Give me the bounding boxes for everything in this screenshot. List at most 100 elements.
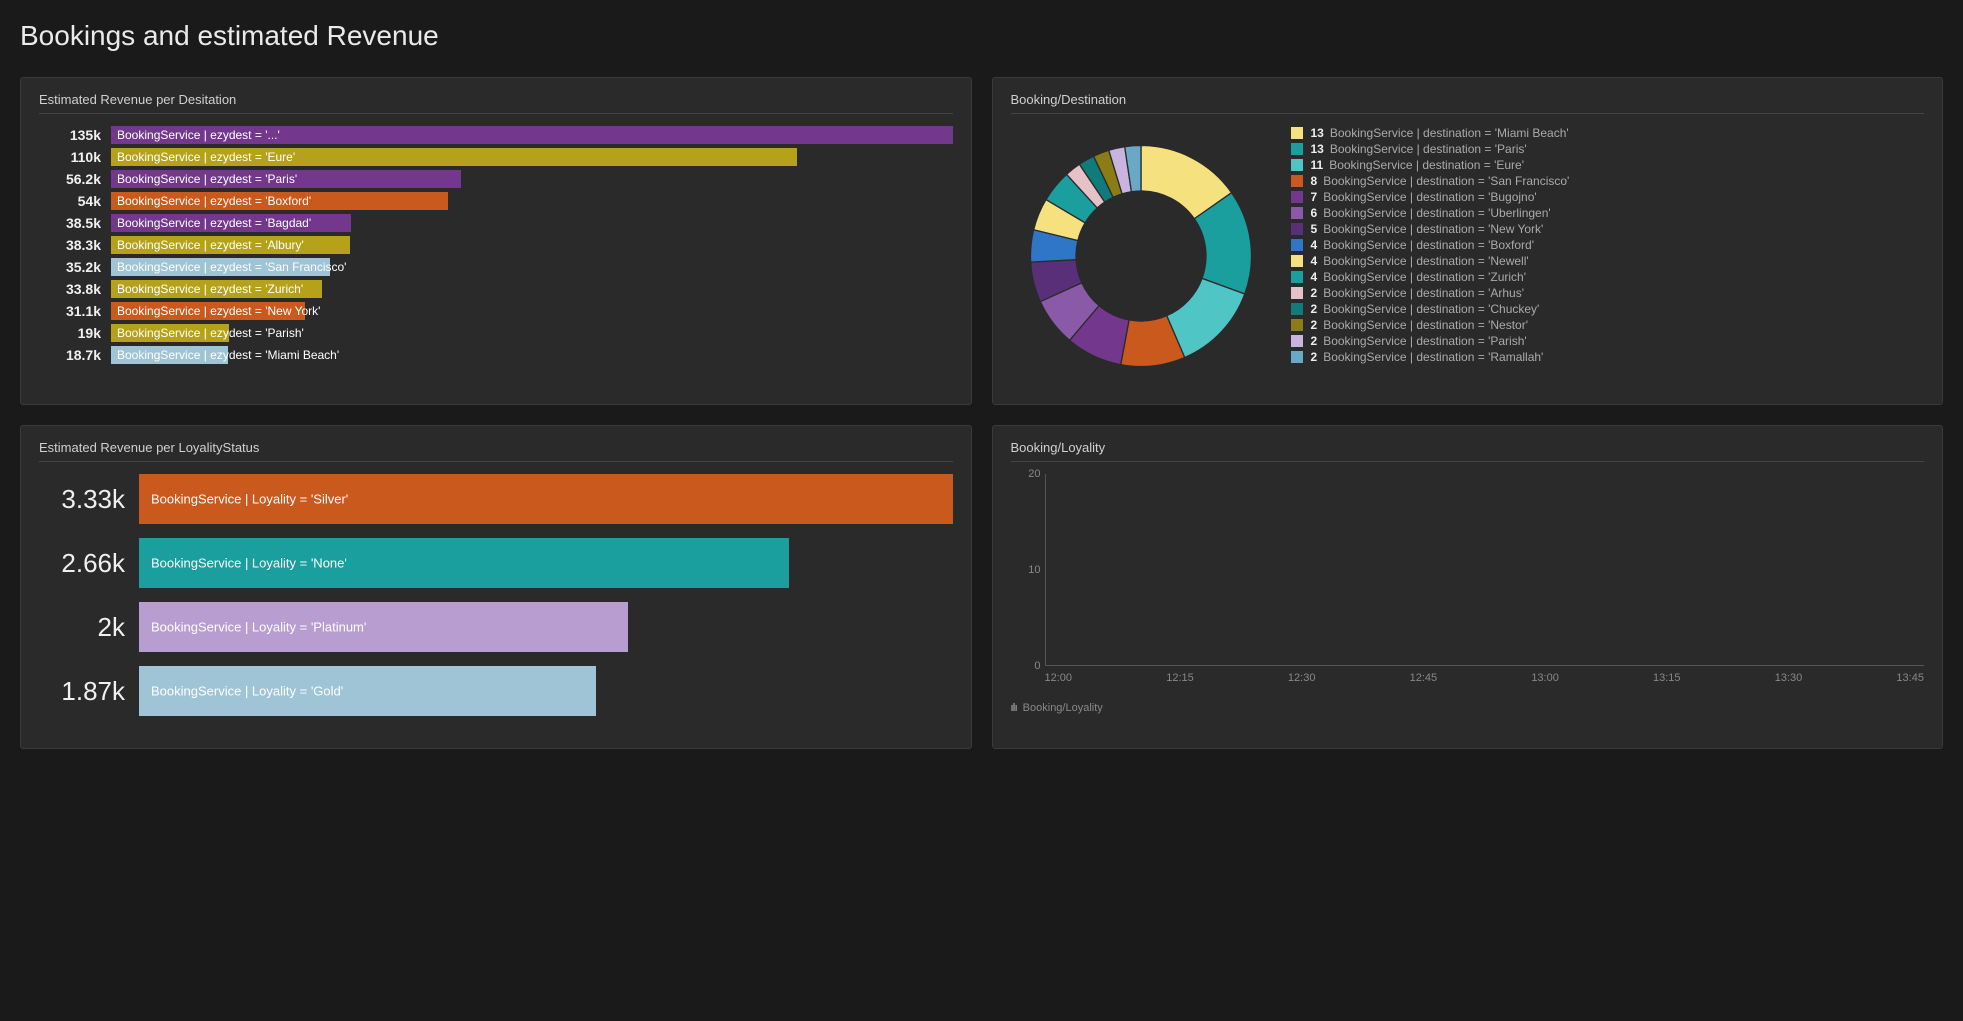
panel-revenue-destination: Estimated Revenue per Desitation 135kBoo…: [20, 77, 972, 405]
xtick: 13:00: [1531, 672, 1559, 684]
big-hbar-value: 1.87k: [39, 676, 139, 707]
chart-footer: ılı Booking/Loyality: [1011, 702, 1925, 714]
panel-booking-loyality: Booking/Loyality 01020 12:0012:1512:3012…: [992, 425, 1944, 749]
legend-swatch: [1291, 239, 1303, 251]
legend-item[interactable]: 5BookingService | destination = 'New Yor…: [1291, 222, 1925, 236]
xtick: 12:45: [1410, 672, 1438, 684]
hbar-row[interactable]: 33.8kBookingService | ezydest = 'Zurich': [39, 280, 953, 298]
donut-chart[interactable]: [1011, 126, 1271, 386]
legend-item[interactable]: 2BookingService | destination = 'Ramalla…: [1291, 350, 1925, 364]
hbar-track: BookingService | ezydest = 'Paris': [111, 170, 953, 188]
hbar-value: 110k: [39, 149, 111, 165]
legend-item[interactable]: 11BookingService | destination = 'Eure': [1291, 158, 1925, 172]
hbar-row[interactable]: 35.2kBookingService | ezydest = 'San Fra…: [39, 258, 953, 276]
legend-item[interactable]: 2BookingService | destination = 'Chuckey…: [1291, 302, 1925, 316]
legend-swatch: [1291, 255, 1303, 267]
hbar-track: BookingService | ezydest = '...': [111, 126, 953, 144]
hbar-row[interactable]: 38.5k BookingService | ezydest = 'Bagdad': [39, 214, 953, 232]
legend-swatch: [1291, 287, 1303, 299]
hbar-track: BookingService | ezydest = 'San Francisc…: [111, 258, 953, 276]
big-hbar-label: BookingService | Loyality = 'None': [151, 556, 347, 571]
hbar-label: BookingService | ezydest = '...': [117, 126, 280, 144]
legend-swatch: [1291, 143, 1303, 155]
legend-count: 7: [1311, 190, 1318, 204]
legend-count: 4: [1311, 238, 1318, 252]
hbar-track: BookingService | ezydest = 'Eure': [111, 148, 953, 166]
hbar-value: 19k: [39, 325, 111, 341]
legend-label: BookingService | destination = 'Ramallah…: [1323, 350, 1543, 364]
hbar-track: BookingService | ezydest = 'Bagdad': [111, 214, 953, 232]
hbar-track: BookingService | ezydest = 'Albury': [111, 236, 953, 254]
big-hbar-track: BookingService | Loyality = 'None': [139, 538, 953, 588]
legend-label: BookingService | destination = 'New York…: [1323, 222, 1543, 236]
hbar-label: BookingService | ezydest = 'New York': [117, 302, 320, 320]
hbar-track: BookingService | ezydest = 'Parish': [111, 324, 953, 342]
legend-item[interactable]: 7 BookingService | destination = 'Bugojno…: [1291, 190, 1925, 204]
hbar-row[interactable]: 54kBookingService | ezydest = 'Boxford': [39, 192, 953, 210]
hbar-label: BookingService | ezydest = 'Miami Beach': [117, 346, 339, 364]
legend-item[interactable]: 8BookingService | destination = 'San Fra…: [1291, 174, 1925, 188]
legend-swatch: [1291, 223, 1303, 235]
hbar-label: BookingService | ezydest = 'Bagdad': [117, 214, 311, 232]
big-hbar-row[interactable]: 3.33kBookingService | Loyality = 'Silver…: [39, 474, 953, 524]
legend-count: 13: [1311, 142, 1324, 156]
hbar-value: 31.1k: [39, 303, 111, 319]
hbar-row[interactable]: 110kBookingService | ezydest = 'Eure': [39, 148, 953, 166]
legend-item[interactable]: 2BookingService | destination = 'Arhus': [1291, 286, 1925, 300]
legend-item[interactable]: 4 BookingService | destination = 'Newell': [1291, 254, 1925, 268]
legend-count: 4: [1311, 254, 1318, 268]
hbar-row[interactable]: 38.3kBookingService | ezydest = 'Albury': [39, 236, 953, 254]
legend-item[interactable]: 13BookingService | destination = 'Miami …: [1291, 126, 1925, 140]
legend-count: 13: [1311, 126, 1324, 140]
legend-swatch: [1291, 159, 1303, 171]
hbar-track: BookingService | ezydest = 'Boxford': [111, 192, 953, 210]
hbar-track: BookingService | ezydest = 'Zurich': [111, 280, 953, 298]
xtick: 12:15: [1166, 672, 1194, 684]
hbar-row[interactable]: 18.7k BookingService | ezydest = 'Miami B…: [39, 346, 953, 364]
legend-count: 2: [1311, 286, 1318, 300]
xtick: 12:00: [1045, 672, 1073, 684]
legend-item[interactable]: 13BookingService | destination = 'Paris': [1291, 142, 1925, 156]
hbar-value: 54k: [39, 193, 111, 209]
ytick: 20: [1028, 468, 1040, 480]
legend-label: BookingService | destination = 'Zurich': [1323, 270, 1526, 284]
legend-label: BookingService | destination = 'Bugojno': [1323, 190, 1537, 204]
panel-revenue-loyality: Estimated Revenue per LoyalityStatus 3.3…: [20, 425, 972, 749]
legend-item[interactable]: 2BookingService | destination = 'Parish': [1291, 334, 1925, 348]
panel-title: Booking/Destination: [1011, 92, 1925, 114]
legend-item[interactable]: 6BookingService | destination = 'Uberlin…: [1291, 206, 1925, 220]
legend-count: 4: [1311, 270, 1318, 284]
legend-label: BookingService | destination = 'Newell': [1323, 254, 1528, 268]
legend-swatch: [1291, 207, 1303, 219]
xtick: 13:15: [1653, 672, 1681, 684]
legend-label: BookingService | destination = 'Boxford': [1323, 238, 1534, 252]
big-hbar-label: BookingService | Loyality = 'Gold': [151, 684, 343, 699]
hbar-track: BookingService | ezydest = 'New York': [111, 302, 953, 320]
legend-count: 6: [1311, 206, 1318, 220]
hbar-value: 38.5k: [39, 215, 111, 231]
legend-item[interactable]: 4 BookingService | destination = 'Boxford…: [1291, 238, 1925, 252]
big-hbar-value: 2.66k: [39, 548, 139, 579]
hbar-value: 35.2k: [39, 259, 111, 275]
legend-item[interactable]: 2BookingService | destination = 'Nestor': [1291, 318, 1925, 332]
hbar-label: BookingService | ezydest = 'Zurich': [117, 280, 303, 298]
legend-count: 11: [1311, 158, 1324, 172]
legend-count: 2: [1311, 334, 1318, 348]
xtick: 12:30: [1288, 672, 1316, 684]
hbar-row[interactable]: 56.2kBookingService | ezydest = 'Paris': [39, 170, 953, 188]
legend-item[interactable]: 4 BookingService | destination = 'Zurich': [1291, 270, 1925, 284]
hbar-value: 18.7k: [39, 347, 111, 363]
hbar-row[interactable]: 31.1k BookingService | ezydest = 'New Yor…: [39, 302, 953, 320]
big-hbar-row[interactable]: 2kBookingService | Loyality = 'Platinum': [39, 602, 953, 652]
hbar-row[interactable]: 135kBookingService | ezydest = '...': [39, 126, 953, 144]
big-hbar-row[interactable]: 1.87k BookingService | Loyality = 'Gold': [39, 666, 953, 716]
legend-label: BookingService | destination = 'Chuckey': [1323, 302, 1539, 316]
legend-swatch: [1291, 127, 1303, 139]
hbar-label: BookingService | ezydest = 'Paris': [117, 170, 297, 188]
big-hbar-track: BookingService | Loyality = 'Platinum': [139, 602, 953, 652]
column-chart[interactable]: 01020 12:0012:1512:3012:4513:0013:1513:3…: [1011, 474, 1925, 694]
big-hbar-row[interactable]: 2.66k BookingService | Loyality = 'None': [39, 538, 953, 588]
panel-title: Estimated Revenue per LoyalityStatus: [39, 440, 953, 462]
panel-title: Estimated Revenue per Desitation: [39, 92, 953, 114]
hbar-row[interactable]: 19kBookingService | ezydest = 'Parish': [39, 324, 953, 342]
